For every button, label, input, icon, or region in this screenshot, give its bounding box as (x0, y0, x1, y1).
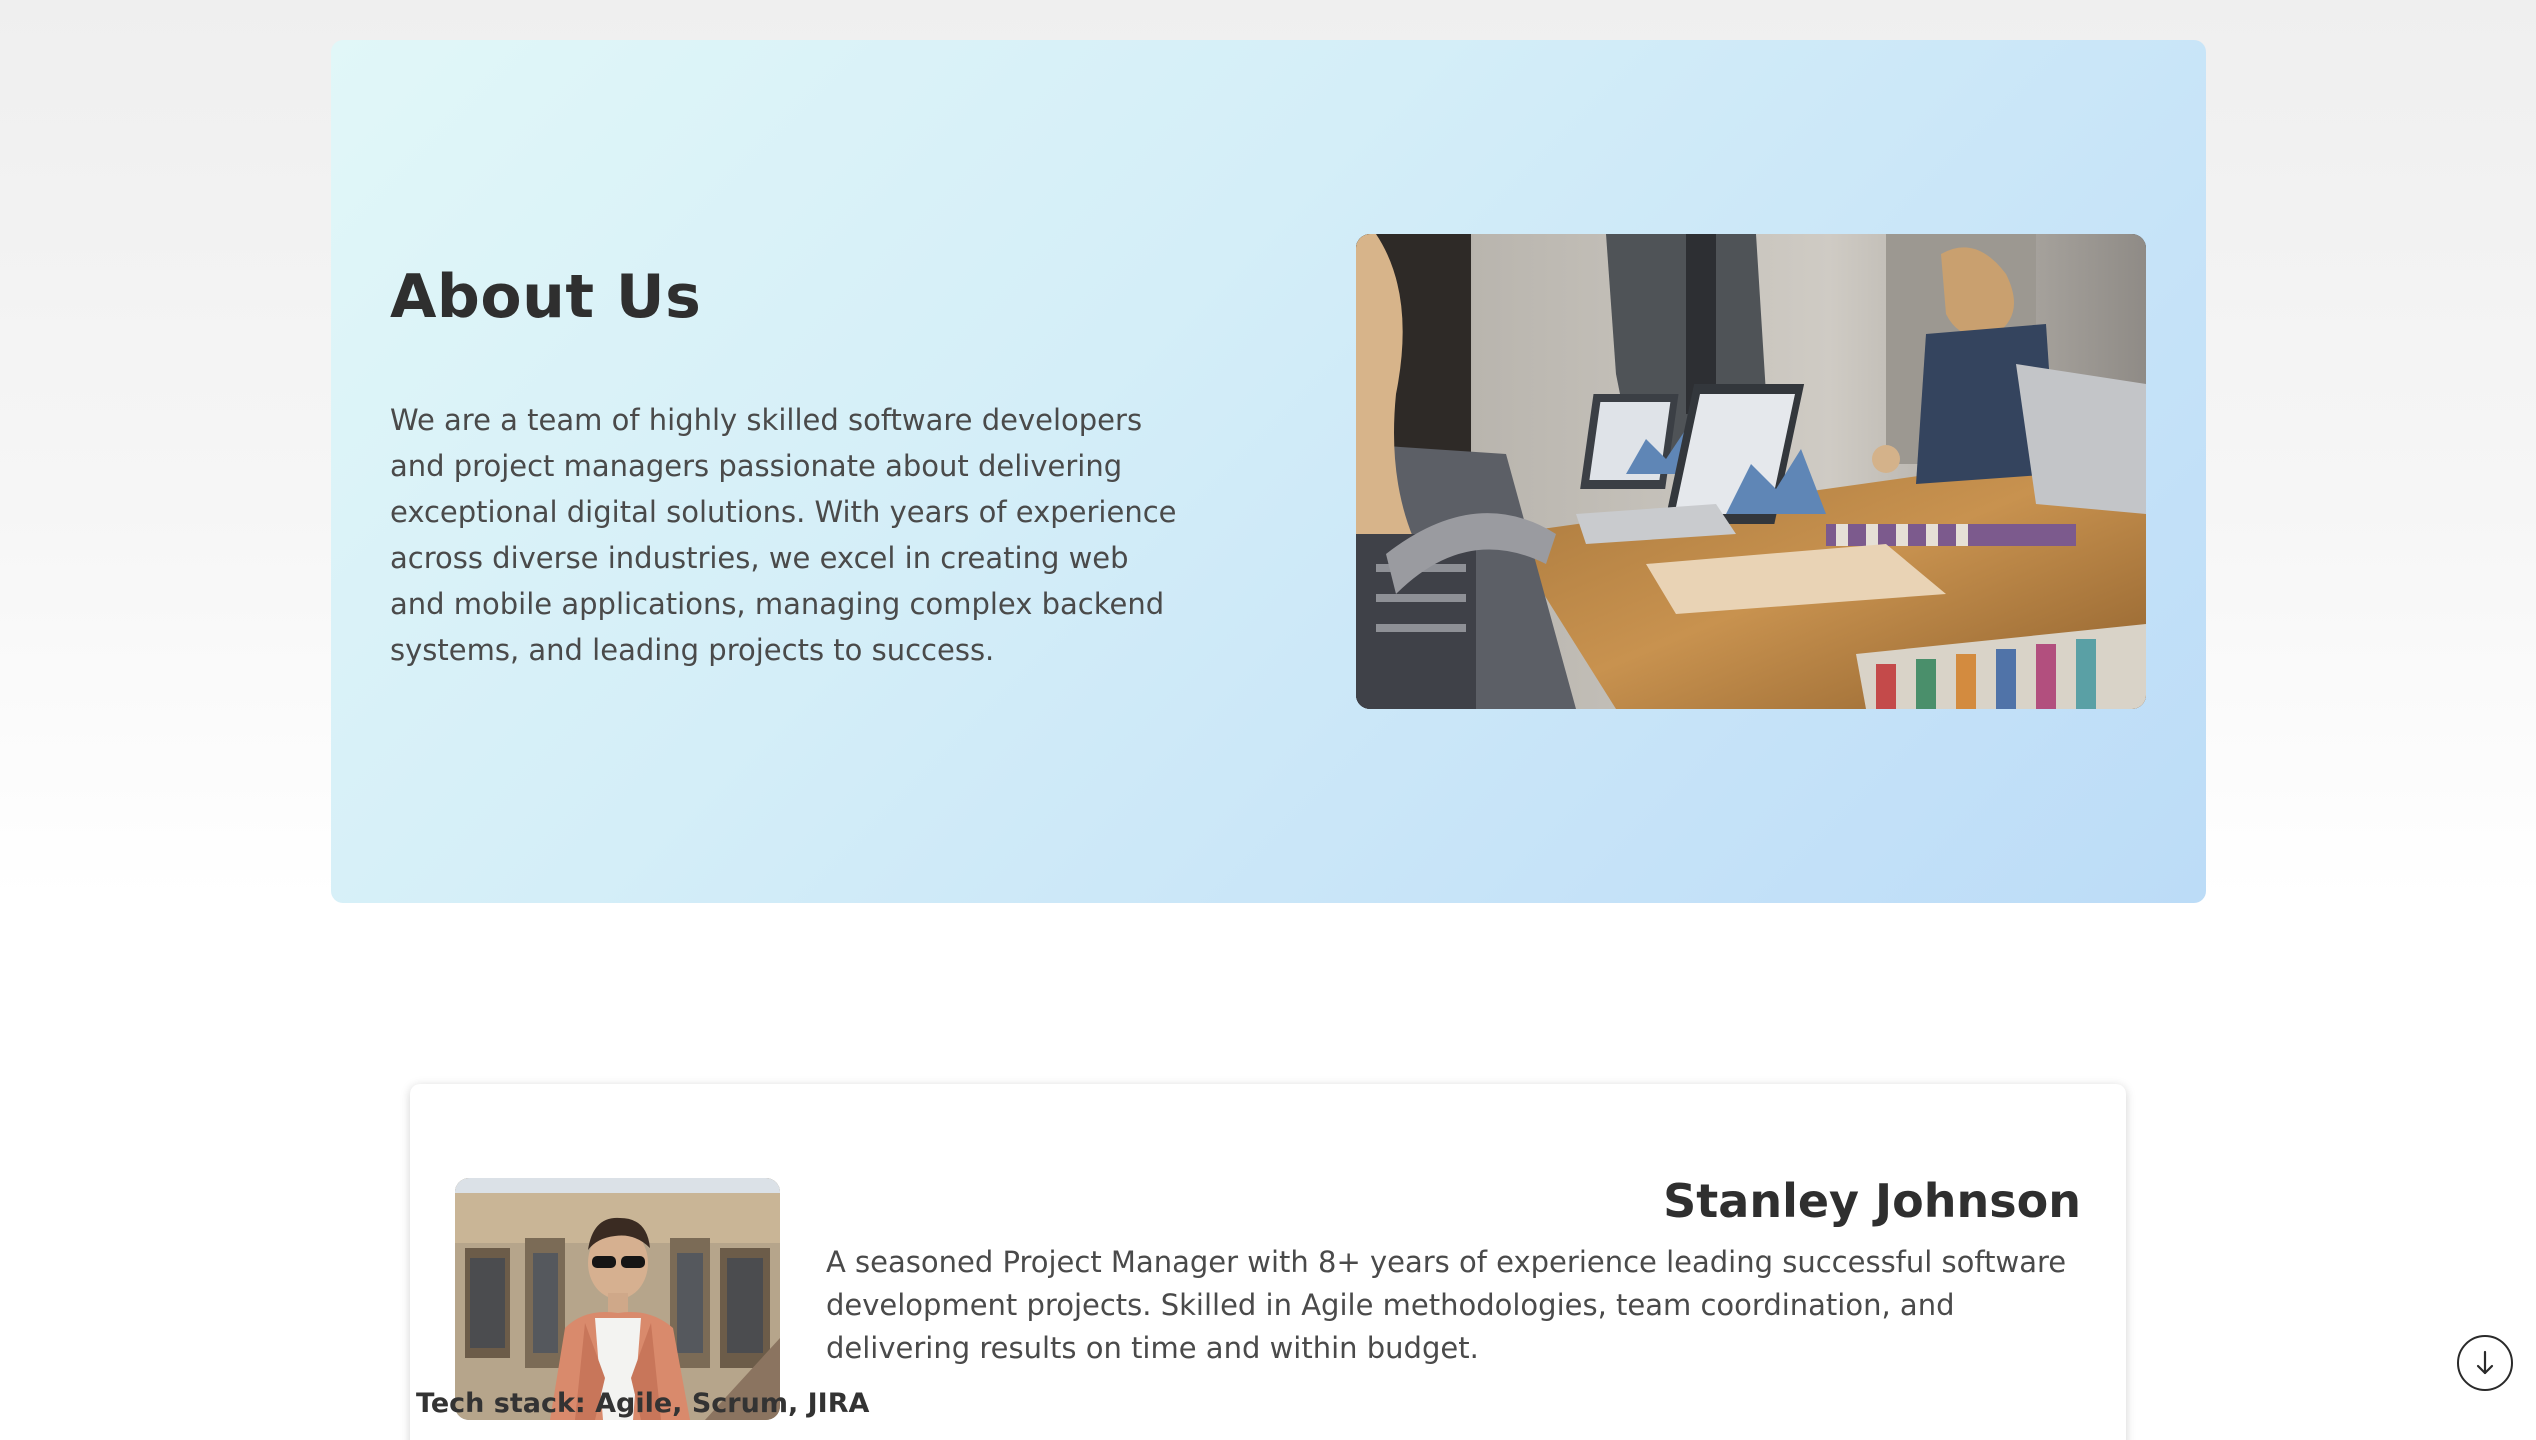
about-section: About Us We are a team of highly skilled… (331, 40, 2206, 903)
member-name: Stanley Johnson (1663, 1174, 2081, 1228)
member-tech-stack: Tech stack: Agile, Scrum, JIRA (416, 1388, 870, 1419)
about-description: We are a team of highly skilled software… (390, 403, 1177, 667)
scroll-down-button[interactable] (2457, 1335, 2513, 1391)
team-meeting-photo (1356, 234, 2146, 709)
team-member-card: Stanley Johnson A seasoned Project Manag… (410, 1084, 2126, 1440)
team-meeting-illustration (1356, 234, 2146, 709)
about-title: About Us (390, 262, 702, 332)
portrait-illustration (455, 1178, 780, 1420)
page: About Us We are a team of highly skilled… (0, 0, 2536, 1440)
arrow-down-icon (2476, 1350, 2494, 1375)
member-bio: A seasoned Project Manager with 8+ years… (826, 1245, 2067, 1365)
person-portrait-photo (455, 1178, 780, 1420)
